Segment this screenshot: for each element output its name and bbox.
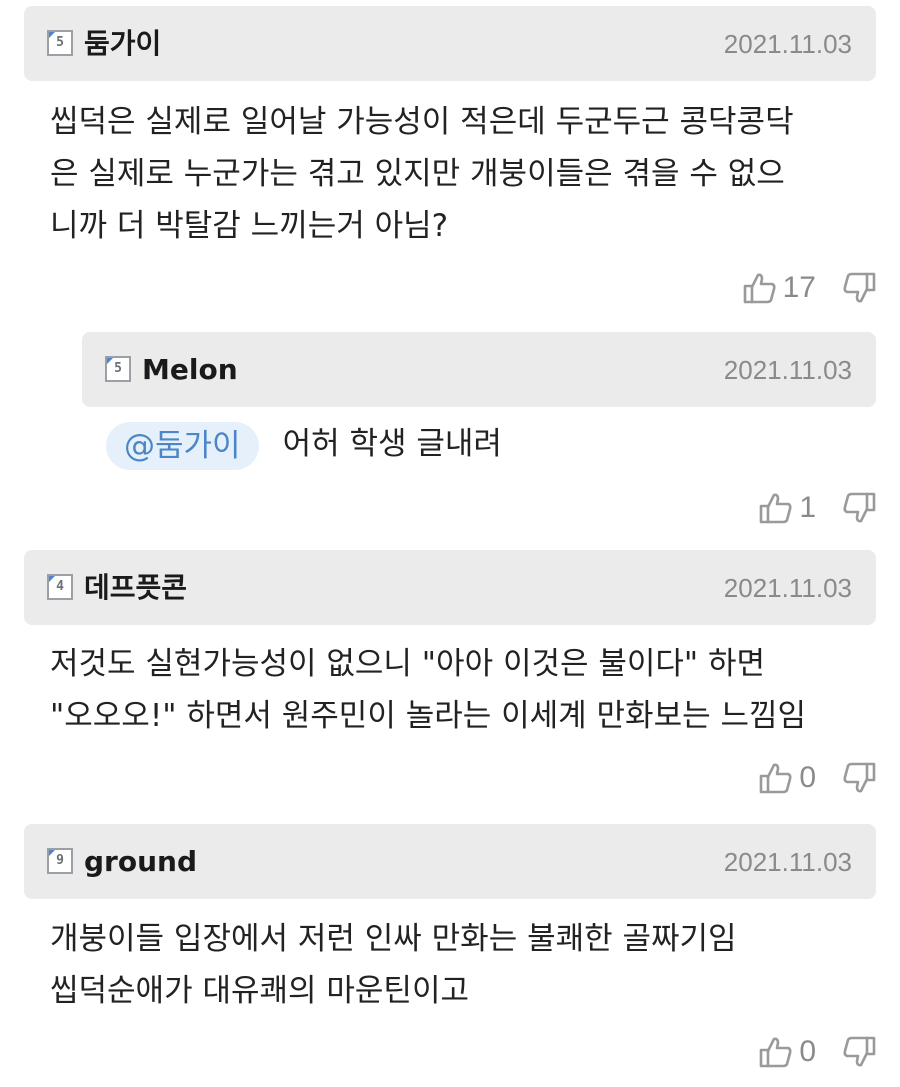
comment-date: 2021.11.03 [723, 355, 852, 385]
like-button[interactable]: 0 [759, 1032, 842, 1072]
comment-line: 니까 더 박탈감 느끼는거 아님? [50, 208, 449, 244]
dislike-button[interactable] [842, 1035, 876, 1069]
comment-body: 개붕이들 입장에서 저런 인싸 만화는 불쾌한 골짜기임 씹덕순애가 대유쾌의 … [50, 913, 737, 1017]
comment-header: 9 ground 2021.11.03 [24, 824, 876, 899]
like-count: 0 [799, 1035, 816, 1068]
comment-body: 저것도 실현가능성이 없으니 "아아 이것은 불이다" 하면 "오오오!" 하면… [50, 638, 806, 742]
reply-body: @둠가이 어허 학생 글내려 [106, 418, 502, 470]
like-button[interactable]: 17 [743, 268, 842, 308]
comment-date: 2021.11.03 [723, 573, 852, 603]
thumbs-up-icon [759, 1035, 793, 1069]
comment-body: 씹덕은 실제로 일어날 가능성이 적은데 두군두근 콩닥콩닥 은 실제로 누군가… [50, 96, 794, 252]
username[interactable]: 데프픗콘 [84, 570, 187, 606]
thumbs-down-icon [842, 491, 876, 525]
thumbs-up-icon [743, 271, 777, 305]
comment: 9 ground 2021.11.03 개붕이들 입장에서 저런 인싸 만화는 … [0, 824, 900, 1087]
thumbs-up-icon [759, 761, 793, 795]
comment-header: 5 둠가이 2021.11.03 [24, 6, 876, 81]
comment-line: 은 실제로 누군가는 겪고 있지만 개붕이들은 겪을 수 없으 [50, 156, 785, 192]
thumbs-down-icon [842, 271, 876, 305]
comment-date: 2021.11.03 [723, 29, 852, 59]
thumbs-down-icon [842, 1035, 876, 1069]
like-count: 1 [799, 491, 816, 524]
vote-bar: 17 [743, 268, 876, 308]
comment-line: "오오오!" 하면서 원주민이 놀라는 이세계 만화보는 느낌임 [50, 698, 807, 734]
comment: 4 데프픗콘 2021.11.03 저것도 실현가능성이 없으니 "아아 이것은… [0, 550, 900, 820]
user-level-badge: 5 [105, 356, 131, 382]
thumbs-up-icon [759, 491, 793, 525]
user-level-badge: 9 [47, 848, 73, 874]
reply-text: 어허 학생 글내려 [282, 426, 502, 462]
user-level-badge: 5 [47, 30, 73, 56]
dislike-button[interactable] [842, 761, 876, 795]
mention-tag[interactable]: @둠가이 [106, 421, 259, 470]
thumbs-down-icon [842, 761, 876, 795]
comment-line: 씹덕순애가 대유쾌의 마운틴이고 [50, 973, 469, 1009]
comment: 5 둠가이 2021.11.03 씹덕은 실제로 일어날 가능성이 적은데 두군… [0, 0, 900, 320]
username[interactable]: Melon [142, 352, 238, 388]
comment-line: 저것도 실현가능성이 없으니 "아아 이것은 불이다" 하면 [50, 646, 766, 682]
vote-bar: 1 [759, 488, 876, 528]
like-button[interactable]: 0 [759, 758, 842, 798]
like-count: 0 [799, 761, 816, 794]
user-level-badge: 4 [47, 574, 73, 600]
username[interactable]: ground [84, 844, 197, 880]
vote-bar: 0 [759, 1032, 876, 1072]
comment-line: 개붕이들 입장에서 저런 인싸 만화는 불쾌한 골짜기임 [50, 921, 737, 957]
username[interactable]: 둠가이 [84, 26, 161, 62]
comment-line: 씹덕은 실제로 일어날 가능성이 적은데 두군두근 콩닥콩닥 [50, 104, 794, 140]
like-button[interactable]: 1 [759, 488, 842, 528]
dislike-button[interactable] [842, 271, 876, 305]
dislike-button[interactable] [842, 491, 876, 525]
comment-date: 2021.11.03 [723, 847, 852, 877]
reply-header: 5 Melon 2021.11.03 [82, 332, 876, 407]
comment-header: 4 데프픗콘 2021.11.03 [24, 550, 876, 625]
like-count: 17 [782, 271, 816, 304]
reply-comment: 5 Melon 2021.11.03 @둠가이 어허 학생 글내려 1 [0, 330, 900, 540]
vote-bar: 0 [759, 758, 876, 798]
